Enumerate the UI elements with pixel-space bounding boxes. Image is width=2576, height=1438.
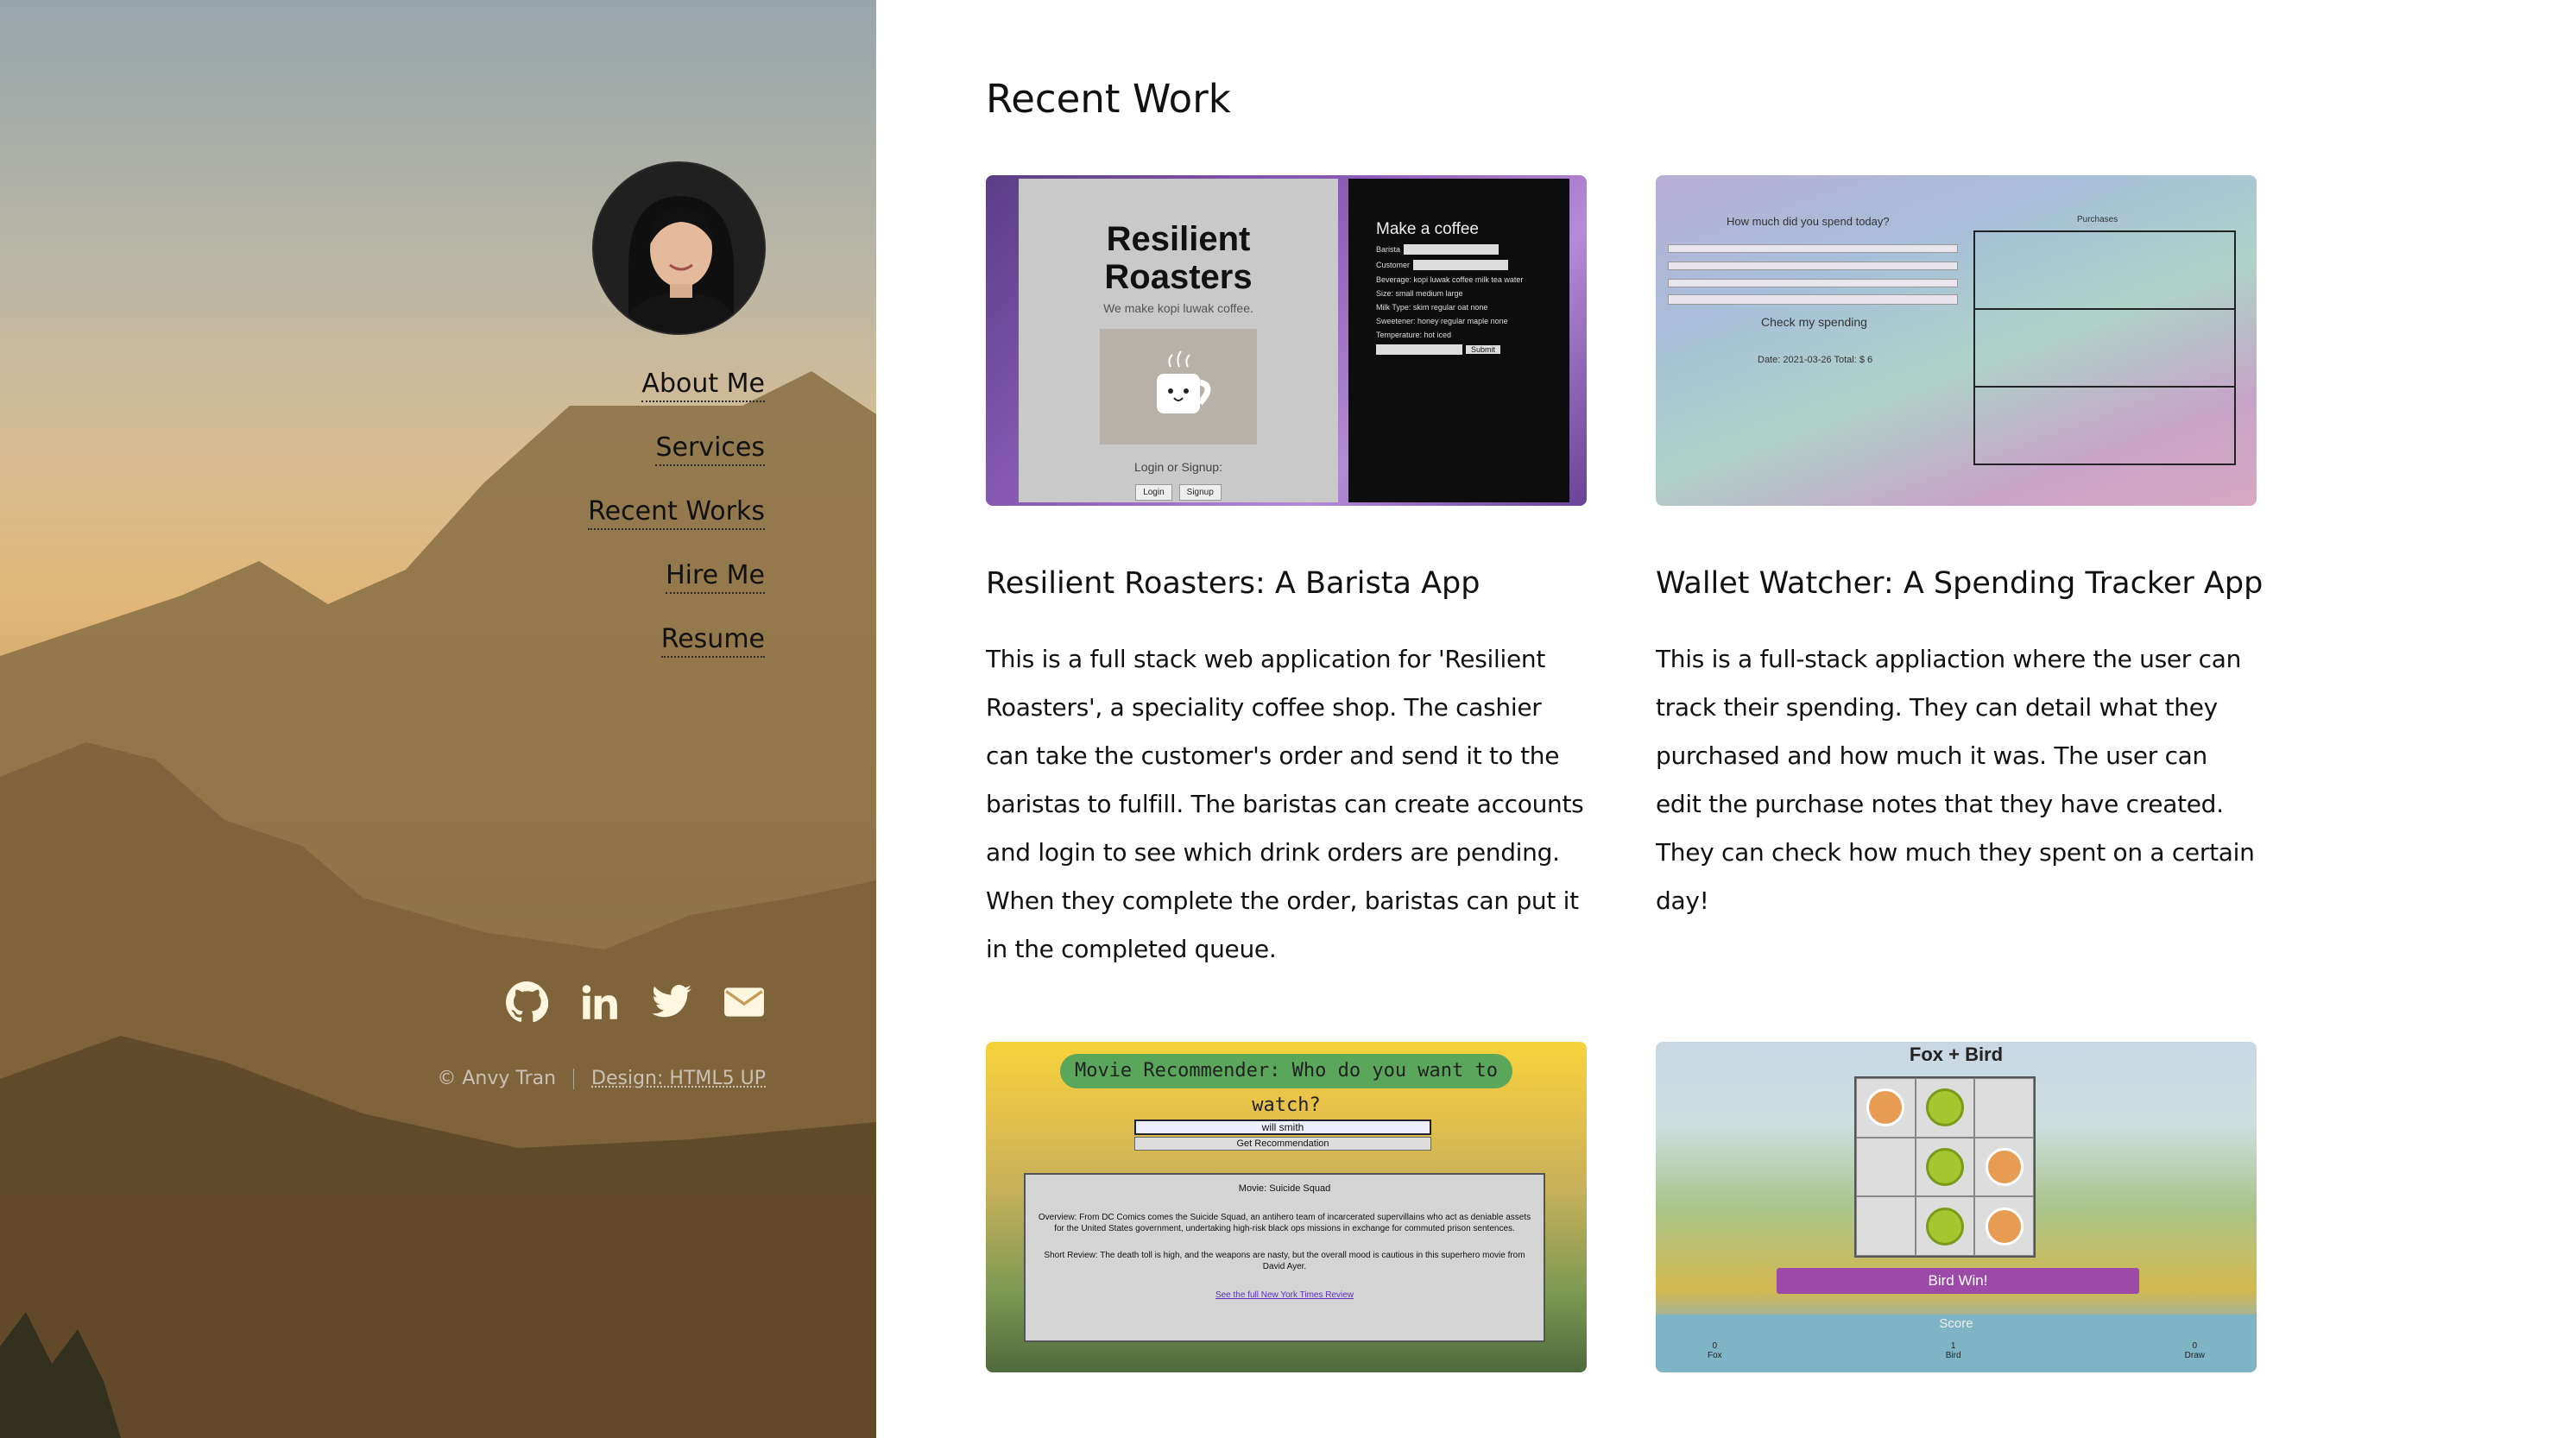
thumb-login-panel: Resilient Roasters We make kopi luwak cof… [1019, 179, 1338, 502]
project-thumbnail[interactable]: Resilient Roasters We make kopi luwak cof… [986, 175, 1587, 506]
thumb-order-form: Make a coffee Barista Customer Beverage:… [1348, 179, 1569, 502]
project-description: This is a full stack web application for… [986, 645, 1584, 963]
thumb-overview: Overview: From DC Comics comes the Suici… [1038, 1213, 1531, 1233]
divider [573, 1069, 575, 1089]
thumb-form-row: Temperature: hot iced [1376, 331, 1452, 339]
thumb-heading: Fox + Bird [1909, 1044, 2004, 1065]
thumb-form-row: Customer [1376, 260, 1569, 270]
thumb-form-row: Barista [1376, 244, 1569, 255]
thumb-check-label: Check my spending [1761, 315, 1867, 329]
thumb-scoreboard: Score 0 Fox 1 Bird 0 Draw [1656, 1315, 2257, 1372]
page-title: Recent Work [986, 76, 1231, 122]
thumb-auth-buttons: Login Signup [1019, 484, 1338, 501]
fox-icon [1985, 1207, 2024, 1246]
thumb-result-box: Movie: Suicide Squad Overview: From DC C… [1024, 1173, 1545, 1342]
project-title: Wallet Watcher: A Spending Tracker App [1656, 566, 2263, 601]
project-card-resilient-roasters: Resilient Roasters We make kopi luwak cof… [986, 175, 1587, 974]
project-card-fox-bird: Fox + Bird Bird Win! Score 0 Fox 1 Bird 0D… [1656, 1042, 2257, 1372]
twitter-icon[interactable] [650, 981, 693, 1024]
project-title: Resilient Roasters: A Barista App [986, 566, 1481, 601]
thumb-heading: Resilient Roasters [1104, 220, 1253, 296]
thumb-score-draw: 0 Draw [2184, 1341, 2205, 1360]
thumb-signup-button: Signup [1178, 484, 1222, 501]
thumb-result-banner: Bird Win! [1777, 1268, 2139, 1294]
fox-icon [1985, 1147, 2024, 1186]
thumb-tagline: We make kopi luwak coffee. [1103, 301, 1253, 315]
nav-link-recent-works[interactable]: Recent Works [588, 497, 765, 530]
bird-icon [1925, 1147, 1964, 1186]
project-card-wallet-watcher: How much did you spend today? Check my s… [1656, 175, 2263, 925]
thumb-form-row: Sweetener: honey regular maple none [1376, 317, 1508, 325]
thumb-review: Short Review: The death toll is high, an… [1044, 1251, 1525, 1271]
nav-link-hire-me[interactable]: Hire Me [666, 561, 765, 594]
thumb-form-row: Beverage: kopi luwak coffee milk tea wat… [1376, 275, 1524, 284]
thumb-score-fox: 0 Fox [1708, 1341, 1722, 1360]
thumb-heading: Movie Recommender: Who do you want to wa… [1060, 1054, 1512, 1116]
thumb-form-title: Make a coffee [1376, 220, 1480, 238]
nav-link-resume[interactable]: Resume [660, 625, 765, 658]
thumb-date-total: Date: 2021-03-26 Total: $ 6 [1758, 355, 1873, 365]
thumb-login-label: Login or Signup: [1134, 460, 1222, 474]
bird-icon [1925, 1088, 1964, 1127]
thumb-game-board [1854, 1076, 2036, 1258]
thumb-score-label: Score [1939, 1316, 1973, 1331]
project-thumbnail[interactable]: Fox + Bird Bird Win! Score 0 Fox 1 Bird 0D… [1656, 1042, 2257, 1372]
thumb-form-row: Size: small medium large [1376, 289, 1463, 298]
project-thumbnail[interactable]: Movie Recommender: Who do you want to wa… [986, 1042, 1587, 1372]
sidebar: About Me Services Recent Works Hire Me R… [0, 0, 876, 1438]
project-card-movie-recommender: Movie Recommender: Who do you want to wa… [986, 1042, 1587, 1372]
thumb-input: will smith [1134, 1119, 1431, 1135]
coffee-mug-icon [1100, 329, 1257, 445]
thumb-purchases-table [1973, 230, 2236, 465]
nav-link-about-me[interactable]: About Me [641, 369, 765, 402]
thumb-login-button: Login [1135, 484, 1172, 501]
envelope-icon[interactable] [723, 981, 766, 1024]
fox-icon [1866, 1088, 1905, 1127]
thumb-purchases-label: Purchases [2077, 215, 2118, 224]
linkedin-icon[interactable] [578, 981, 621, 1024]
avatar [592, 161, 766, 335]
thumb-input [1668, 279, 1958, 287]
github-icon[interactable] [505, 981, 548, 1024]
thumb-input [1668, 294, 1958, 305]
thumb-question: How much did you spend today? [1727, 215, 1890, 228]
project-description: This is a full-stack appliaction where t… [1656, 645, 2255, 915]
thumb-form-row: Milk Type: skim regular oat none [1376, 303, 1488, 312]
project-thumbnail[interactable]: How much did you spend today? Check my s… [1656, 175, 2257, 506]
thumb-input [1668, 244, 1958, 253]
thumb-button: Get Recommendation [1134, 1137, 1431, 1151]
thumb-review-link: See the full New York Times Review [1215, 1290, 1354, 1300]
main-content: Recent Work Resilient Roasters We make ko… [876, 0, 2576, 1438]
social-links [505, 981, 766, 1024]
nav-link-services[interactable]: Services [655, 433, 765, 466]
thumb-input [1668, 262, 1958, 270]
design-credit-link[interactable]: Design: HTML5 UP [591, 1068, 766, 1089]
copyright-text: © Anvy Tran [437, 1068, 557, 1089]
sidebar-nav: About Me Services Recent Works Hire Me R… [588, 369, 765, 689]
thumb-score-bird: 1 Bird [1945, 1341, 1961, 1360]
thumb-form-row: Submit [1376, 344, 1569, 355]
thumb-movie: Movie: Suicide Squad [1238, 1183, 1331, 1194]
copyright: © Anvy Tran Design: HTML5 UP [437, 1068, 766, 1089]
bird-icon [1925, 1207, 1964, 1246]
